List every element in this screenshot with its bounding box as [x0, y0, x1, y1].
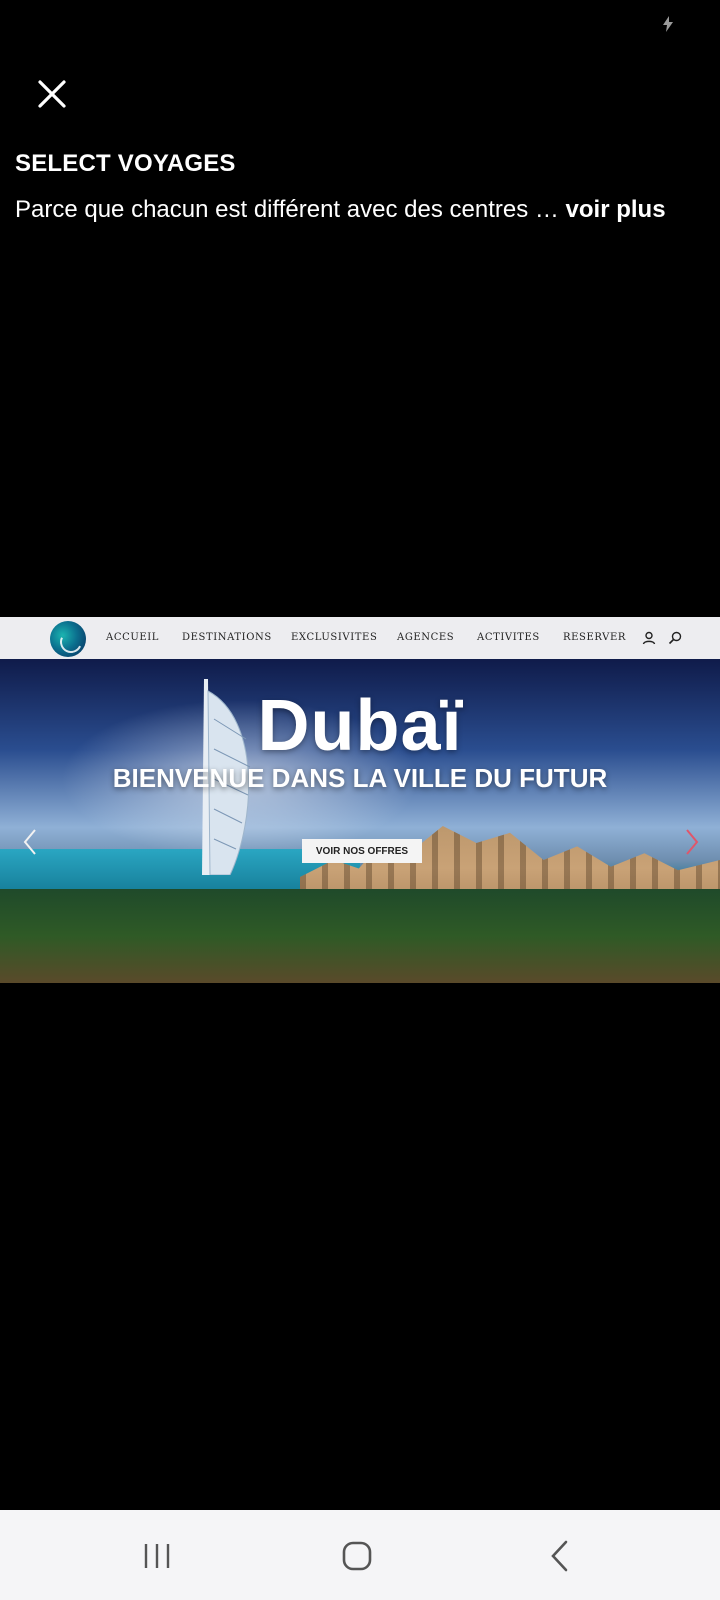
carousel-next-icon[interactable] [682, 827, 702, 857]
nav-link-activites[interactable]: ACTIVITES [477, 632, 540, 643]
hero-subtitle: BIENVENUE DANS LA VILLE DU FUTUR [112, 763, 608, 793]
hero-banner: Dubaï BIENVENUE DANS LA VILLE DU FUTUR V… [0, 659, 720, 983]
home-icon [342, 1541, 372, 1571]
close-icon [38, 80, 66, 108]
flash-icon [663, 16, 673, 32]
nav-link-exclusivites[interactable]: EXCLUSIVITES [291, 632, 377, 643]
site-logo[interactable] [50, 621, 86, 657]
recent-apps-icon [144, 1544, 170, 1568]
user-icon[interactable] [642, 631, 656, 645]
hero-palms [0, 889, 720, 983]
hero-title: Dubaï [257, 686, 463, 766]
caption-text: Parce que chacun est différent avec des … [15, 196, 529, 223]
nav-link-agences[interactable]: AGENCES [397, 632, 454, 643]
recent-apps-button[interactable] [127, 1534, 187, 1578]
nav-link-destinations[interactable]: DESTINATIONS [182, 632, 272, 643]
carousel-prev-icon[interactable] [20, 827, 40, 857]
media-image: ACCUEIL DESTINATIONS EXCLUSIVITES AGENCE… [0, 617, 720, 983]
voir-plus-link[interactable]: voir plus [566, 196, 666, 223]
site-navbar: ACCUEIL DESTINATIONS EXCLUSIVITES AGENCE… [0, 617, 720, 659]
search-icon[interactable] [668, 631, 682, 645]
voir-nos-offres-button[interactable]: VOIR NOS OFFRES [302, 839, 422, 863]
home-button[interactable] [327, 1534, 387, 1578]
caption-ellipsis: … [534, 196, 559, 223]
back-icon [551, 1540, 568, 1572]
post-caption: Parce que chacun est différent avec des … [15, 196, 666, 224]
back-button[interactable] [530, 1534, 590, 1578]
post-title: SELECT VOYAGES [15, 150, 236, 177]
nav-link-accueil[interactable]: ACCUEIL [106, 632, 159, 643]
close-button[interactable] [30, 72, 74, 116]
status-bar [0, 0, 720, 48]
nav-link-reserver[interactable]: RESERVER [563, 632, 626, 643]
system-nav-bar [0, 1510, 720, 1600]
